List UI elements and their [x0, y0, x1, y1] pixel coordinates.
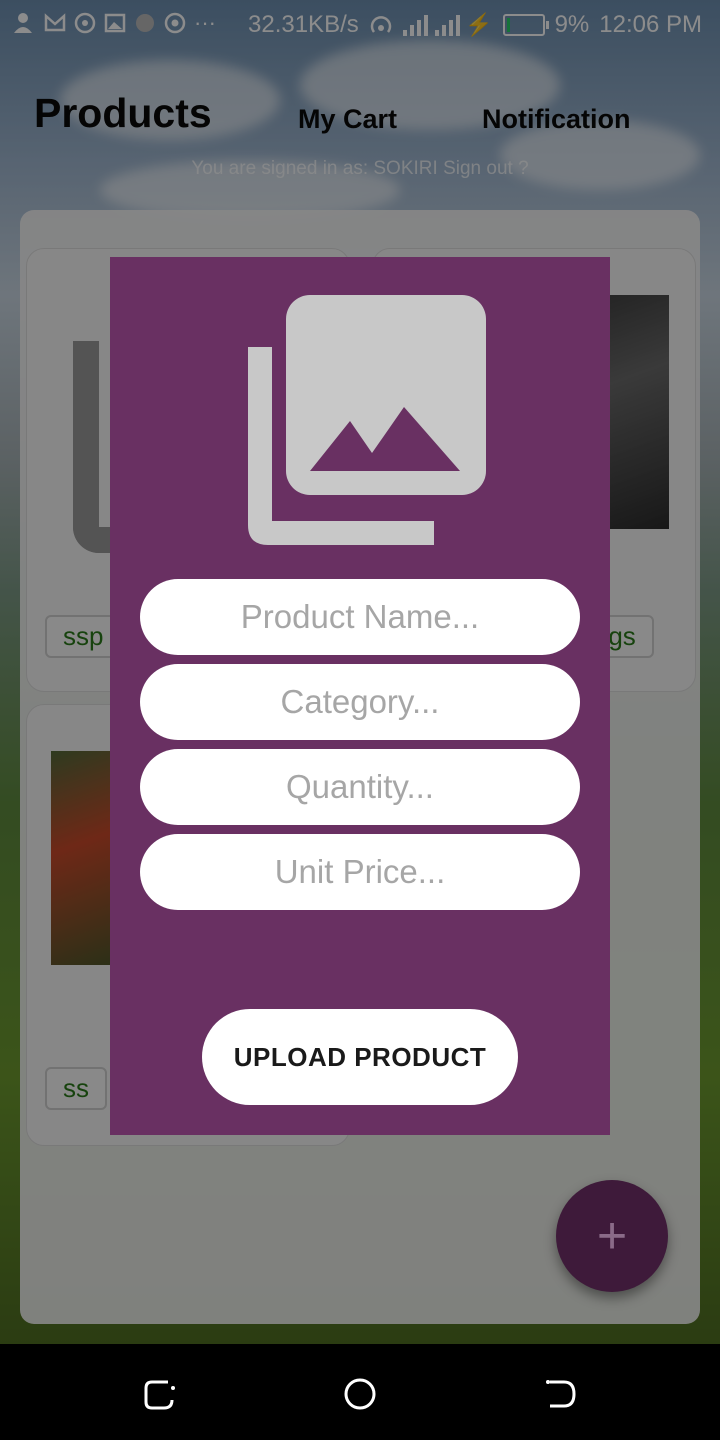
upload-product-dialog: UPLOAD PRODUCT — [110, 257, 610, 1135]
add-product-button[interactable]: + — [556, 1180, 668, 1292]
product-name-input[interactable] — [140, 579, 580, 655]
quantity-input[interactable] — [140, 749, 580, 825]
app-screen: ··· 32.31KB/s ⚡ 9% 12:06 PM Products My … — [0, 0, 720, 1344]
home-icon[interactable] — [340, 1374, 380, 1414]
system-nav-bar — [0, 1344, 720, 1440]
recent-apps-icon[interactable] — [140, 1374, 180, 1414]
image-gallery-icon[interactable] — [234, 295, 486, 547]
upload-product-button[interactable]: UPLOAD PRODUCT — [202, 1009, 518, 1105]
category-input[interactable] — [140, 664, 580, 740]
unit-price-input[interactable] — [140, 834, 580, 910]
back-icon[interactable] — [540, 1374, 580, 1414]
